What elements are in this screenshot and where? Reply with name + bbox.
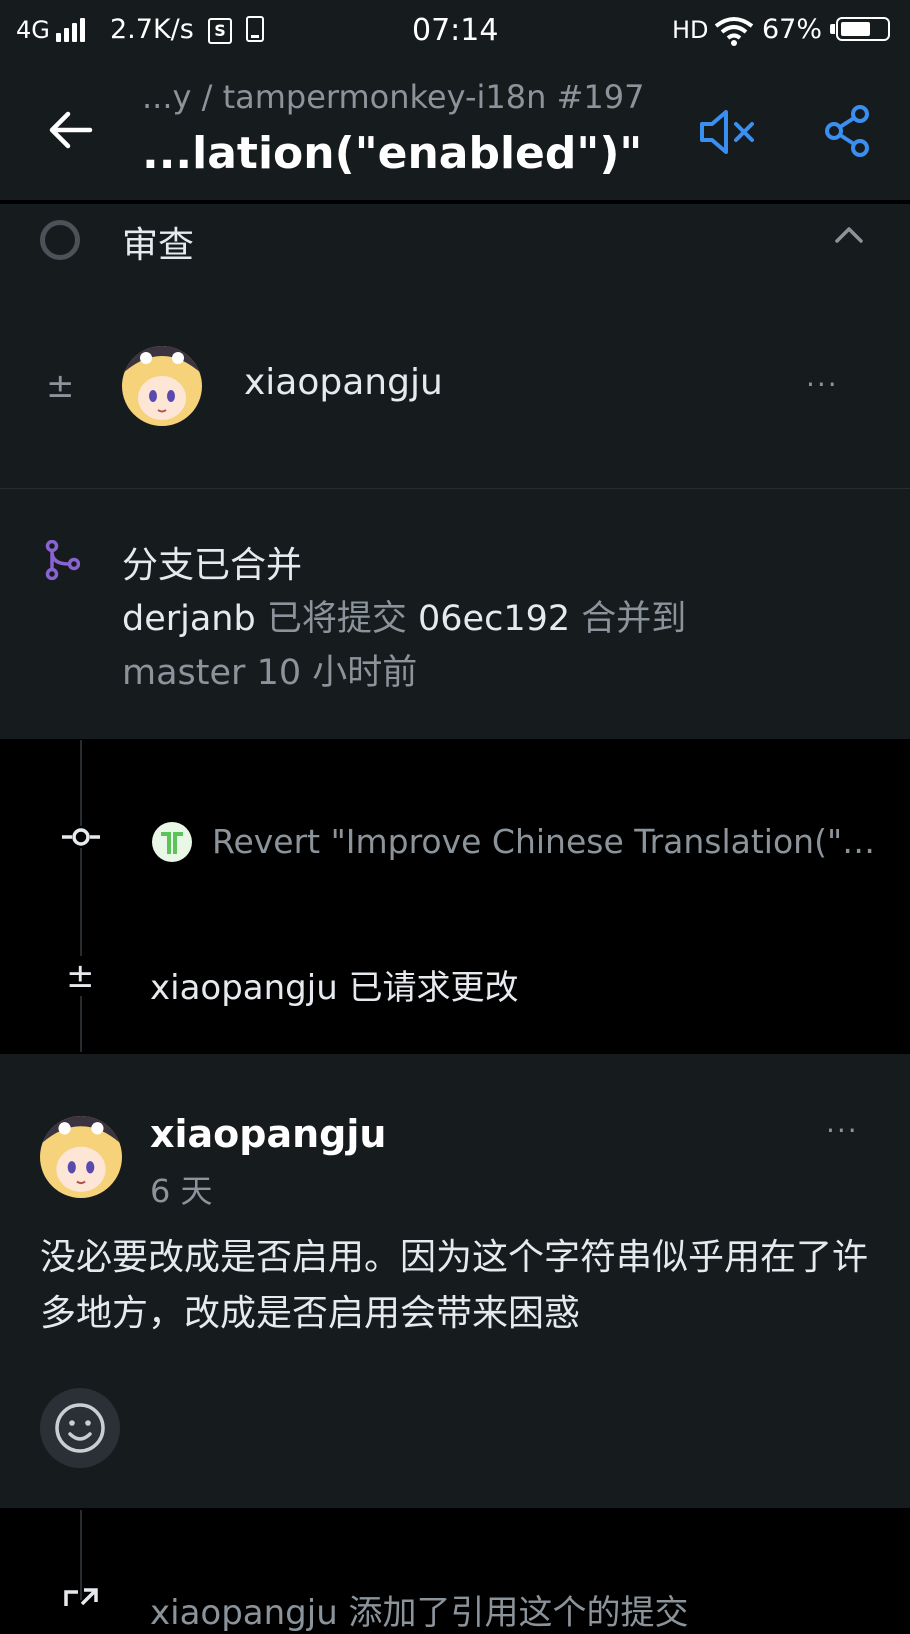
merge-icon <box>45 540 80 580</box>
merge-commit[interactable]: 06ec192 <box>418 599 570 639</box>
review-status-icon <box>40 220 80 260</box>
reviews-title: 审查 <box>122 225 195 266</box>
commit-message[interactable]: Revert "Improve Chinese Translation("… <box>212 822 872 861</box>
merged-to-label: 合并到 <box>581 599 687 639</box>
network-type: 4G <box>16 16 50 44</box>
phone-icon <box>246 16 264 42</box>
merge-actor[interactable]: derjanb <box>122 599 256 639</box>
commit-author-avatar[interactable] <box>152 822 192 862</box>
comment-avatar[interactable] <box>40 1116 122 1198</box>
merge-description: derjanb 已将提交 06ec192 合并到 master 10 小时前 <box>122 592 782 700</box>
merge-branch[interactable]: master <box>122 653 245 693</box>
timeline-line-bottom <box>80 1510 82 1600</box>
back-arrow-icon[interactable] <box>48 110 94 150</box>
wifi-icon <box>714 17 754 46</box>
reference-icon <box>64 1588 98 1606</box>
network-speed: 2.7K/s <box>110 14 194 45</box>
s-app-icon: S <box>208 18 232 44</box>
share-icon[interactable] <box>822 104 872 158</box>
avatar[interactable] <box>122 346 202 426</box>
comment-more-icon[interactable]: ··· <box>826 1114 859 1147</box>
more-options-icon[interactable]: ··· <box>806 368 839 401</box>
review-diff-icon: ± <box>46 366 75 406</box>
battery-percent: 67% <box>762 14 823 45</box>
comment-body: 没必要改成是否启用。因为这个字符串似乎用在了许多地方，改成是否启用会带来困惑 <box>40 1237 869 1334</box>
comment-time: 6 天 <box>150 1172 213 1210</box>
commit-node-icon <box>60 826 102 848</box>
merge-time: 10 小时前 <box>256 653 418 693</box>
request-changes-event: xiaopangju 已请求更改 <box>150 960 519 1009</box>
battery-icon <box>836 17 890 41</box>
smiley-icon <box>55 1403 105 1453</box>
review-change-icon: ± <box>66 956 95 996</box>
mute-icon[interactable] <box>698 108 758 156</box>
merge-action: 已将提交 <box>266 599 407 639</box>
signal-icon <box>56 18 92 42</box>
hd-indicator: HD <box>672 16 709 44</box>
clock: 07:14 <box>412 13 499 48</box>
add-reaction-button[interactable] <box>40 1388 120 1468</box>
battery-tip <box>830 24 835 34</box>
breadcrumb[interactable]: ...y / tampermonkey-i18n #197 <box>142 78 644 116</box>
reference-event: xiaopangju 添加了引用这个的提交 <box>150 1593 689 1633</box>
battery-level <box>841 22 870 36</box>
comment-author[interactable]: xiaopangju <box>150 1112 386 1156</box>
timeline-line <box>80 740 82 1052</box>
reviewer-name[interactable]: xiaopangju <box>244 362 443 403</box>
chevron-up-icon[interactable] <box>834 226 864 244</box>
request-text: 已请求更改 <box>348 968 519 1008</box>
request-user[interactable]: xiaopangju <box>150 968 338 1008</box>
merge-title: 分支已合并 <box>122 545 303 586</box>
page-title: ...lation("enabled")" <box>142 128 643 179</box>
